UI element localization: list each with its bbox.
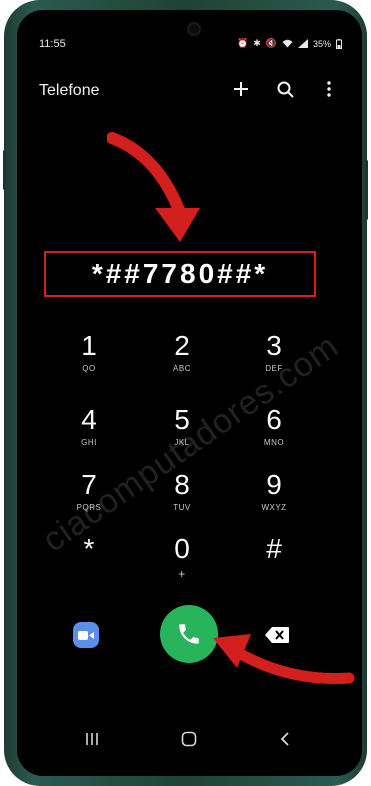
annotation-arrow-bottom	[213, 634, 355, 684]
key-letters: +	[178, 567, 186, 581]
dialed-code-field[interactable]: *##7780##*	[44, 251, 316, 297]
back-icon	[280, 732, 289, 746]
search-button[interactable]	[274, 78, 296, 100]
page-title: Telefone	[39, 82, 100, 99]
app-actions	[230, 78, 340, 100]
key-digit: 2	[174, 330, 190, 361]
phone-frame: 11:55 ⏰ ✱ 🔇 35% Telefone *##7780##* 1 QO…	[3, 0, 368, 786]
key-digit: 1	[81, 330, 97, 361]
signal-icon	[297, 39, 308, 48]
key-9[interactable]: 9 WXYZ	[239, 469, 309, 529]
phone-icon	[179, 624, 199, 644]
status-icons: ⏰ ✱ 🔇 35%	[237, 38, 342, 49]
key-letters: ABC	[173, 364, 191, 373]
front-camera	[189, 24, 199, 34]
nav-bar	[17, 724, 362, 754]
key-letters: MNO	[263, 438, 285, 447]
bluetooth-icon: ✱	[253, 38, 261, 48]
key-digit: 0	[174, 533, 190, 564]
add-contact-button[interactable]	[230, 78, 252, 100]
app-bar: Telefone	[39, 74, 340, 104]
key-letters: WXYZ	[261, 503, 287, 512]
back-button[interactable]	[270, 724, 300, 754]
video-call-button[interactable]	[73, 622, 99, 648]
status-time: 11:55	[39, 38, 66, 50]
status-bar: 11:55 ⏰ ✱ 🔇 35%	[39, 38, 342, 54]
power-button	[365, 160, 368, 220]
key-letters: QO	[82, 364, 96, 373]
search-icon	[277, 81, 294, 98]
key-2[interactable]: 2 ABC	[147, 330, 217, 390]
more-options-button[interactable]	[318, 78, 340, 100]
key-hash[interactable]: #	[239, 533, 309, 593]
more-vertical-icon	[327, 81, 331, 97]
key-digit: 4	[81, 404, 97, 435]
key-0[interactable]: 0 +	[147, 533, 217, 593]
key-digit: 9	[266, 469, 282, 500]
wifi-icon	[282, 39, 293, 48]
key-4[interactable]: 4 GHI	[54, 404, 124, 464]
home-button[interactable]	[174, 724, 204, 754]
mute-icon: 🔇	[265, 38, 277, 48]
key-letters: GHI	[81, 438, 97, 447]
key-1[interactable]: 1 QO	[54, 330, 124, 390]
recents-icon	[86, 733, 98, 745]
volume-button	[3, 150, 6, 190]
battery-icon	[336, 38, 342, 49]
key-digit: #	[266, 533, 282, 564]
alarm-icon: ⏰	[237, 38, 249, 48]
video-call-icon	[78, 630, 94, 640]
dialed-code: *##7780##*	[91, 258, 269, 289]
recents-button[interactable]	[77, 724, 107, 754]
home-icon	[181, 731, 197, 747]
phone-screen: 11:55 ⏰ ✱ 🔇 35% Telefone *##7780##* 1 QO…	[17, 10, 362, 776]
key-letters: TUV	[173, 503, 191, 512]
plus-icon	[234, 82, 248, 96]
battery-percent: 35%	[312, 38, 331, 49]
annotation-arrow-top	[107, 132, 200, 242]
